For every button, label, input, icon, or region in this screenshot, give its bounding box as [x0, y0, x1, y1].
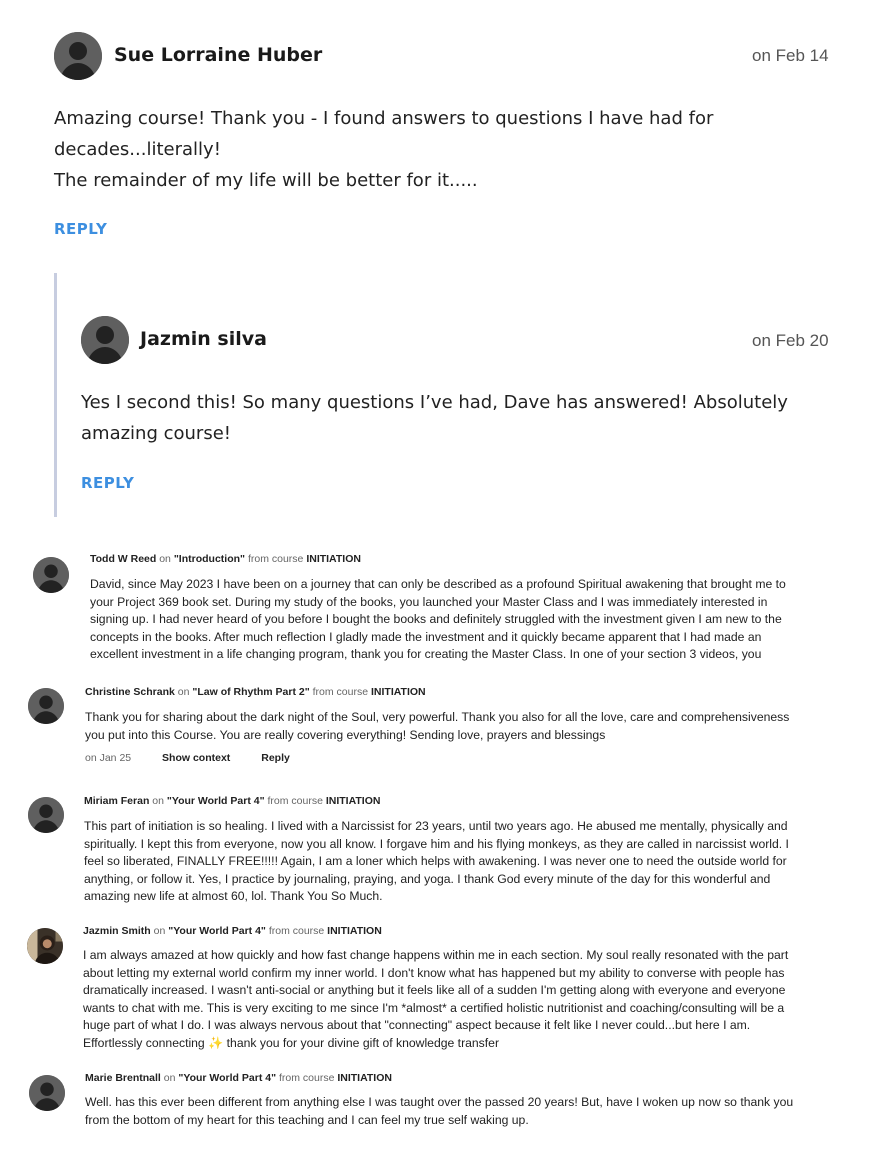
comment-line: feel so liberated, FINALLY FREE!!!!! Aga…	[84, 854, 787, 869]
comment-line: amazing new life at almost 60, lol. Than…	[84, 889, 383, 904]
meta-from: from course	[268, 925, 325, 937]
meta-from: from course	[312, 686, 369, 698]
comment-date: on Feb 20	[752, 331, 829, 350]
comment-line: spiritually. I kept this from everyone, …	[84, 836, 789, 851]
author-name[interactable]: Jazmin silva	[140, 328, 267, 350]
comment-date: on Jan 25	[85, 752, 132, 764]
user-silhouette-icon	[33, 557, 69, 593]
comment-line: Effortlessly connecting ✨ thank you for …	[83, 1035, 499, 1050]
comment-line: huge part of what I do. I was always ner…	[83, 1018, 751, 1033]
lesson-link[interactable]: "Your World Part 4"	[178, 1072, 276, 1084]
user-silhouette-icon	[28, 688, 64, 724]
avatar[interactable]	[27, 928, 63, 964]
comment-meta: Marie Brentnall on "Your World Part 4" f…	[85, 1072, 392, 1084]
thread-indent-bar	[54, 273, 57, 517]
meta-on: on	[159, 553, 171, 565]
avatar[interactable]	[54, 32, 102, 80]
meta-on: on	[153, 925, 166, 937]
comment-body: David, since May 2023 I have been on a j…	[90, 576, 860, 664]
comment-date: on Feb 14	[752, 46, 829, 65]
course-link[interactable]: INITIATION	[326, 795, 381, 807]
comment-meta: Todd W Reed on "Introduction" from cours…	[90, 553, 361, 565]
comment-line: The remainder of my life will be better …	[54, 170, 478, 191]
user-silhouette-icon	[81, 316, 129, 364]
comment-body: I am always amazed at how quickly and ho…	[83, 947, 868, 1053]
comment-meta: Christine Schrank on "Law of Rhythm Part…	[85, 686, 426, 698]
author-name[interactable]: Sue Lorraine Huber	[114, 44, 322, 66]
comment-body: Thank you for sharing about the dark nig…	[85, 709, 865, 744]
lesson-link[interactable]: "Your World Part 4"	[168, 925, 266, 937]
meta-on: on	[152, 795, 164, 807]
course-link[interactable]: INITIATION	[327, 925, 382, 937]
comment-line: your Project 369 book set. During my stu…	[90, 594, 768, 609]
comment-line: wants to chat with me. This is very exci…	[83, 1000, 785, 1015]
comment-line: dramatically increased. I wasn't anti-so…	[83, 983, 786, 998]
comment-line: concepts in the books. After much reflec…	[90, 629, 762, 644]
comment-actions: on Jan 25 Show context Reply	[85, 752, 290, 764]
author-name[interactable]: Jazmin Smith	[83, 925, 151, 937]
user-silhouette-icon	[29, 1075, 65, 1111]
comment-body: This part of initiation is so healing. I…	[84, 818, 864, 906]
comment-line: anything, or follow it. Yes, I practice …	[84, 871, 771, 886]
comment-line: David, since May 2023 I have been on a j…	[90, 577, 786, 591]
comment-line: Yes I second this! So many questions I’v…	[81, 392, 788, 413]
avatar[interactable]	[29, 1075, 65, 1111]
comment-line: decades...literally!	[54, 139, 221, 160]
lesson-link[interactable]: "Your World Part 4"	[167, 795, 265, 807]
user-silhouette-icon	[28, 797, 64, 833]
comment-line: from the bottom of my heart for this tea…	[85, 1112, 529, 1127]
meta-on: on	[177, 686, 190, 698]
comment-line: Thank you for sharing about the dark nig…	[85, 710, 790, 724]
avatar[interactable]	[28, 797, 64, 833]
avatar[interactable]	[33, 557, 69, 593]
course-link[interactable]: INITIATION	[337, 1072, 392, 1084]
comment-body: Well. has this ever been different from …	[85, 1094, 865, 1129]
lesson-link[interactable]: "Introduction"	[174, 553, 245, 565]
comment-line: you put into this Course. You are really…	[85, 727, 606, 742]
course-link[interactable]: INITIATION	[371, 686, 426, 698]
lesson-link[interactable]: "Law of Rhythm Part 2"	[192, 686, 309, 698]
course-link[interactable]: INITIATION	[306, 553, 361, 565]
show-context-link[interactable]: Show context	[162, 752, 230, 764]
comment-line: Amazing course! Thank you - I found answ…	[54, 108, 714, 129]
comment-line: amazing course!	[81, 423, 231, 444]
reply-button[interactable]: REPLY	[81, 474, 134, 492]
comment-meta: Miriam Feran on "Your World Part 4" from…	[84, 795, 380, 807]
reply-link[interactable]: Reply	[261, 752, 290, 764]
comment-meta: Jazmin Smith on "Your World Part 4" from…	[83, 925, 382, 937]
comment-line: This part of initiation is so healing. I…	[84, 819, 788, 833]
meta-from: from course	[267, 795, 323, 807]
meta-on: on	[163, 1072, 176, 1084]
comment-line: excellent investment in a life changing …	[90, 647, 762, 662]
avatar[interactable]	[28, 688, 64, 724]
author-name[interactable]: Todd W Reed	[90, 553, 156, 565]
user-silhouette-icon	[54, 32, 102, 80]
comment-line: signing up. I had never heard of you bef…	[90, 612, 782, 627]
avatar[interactable]	[81, 316, 129, 364]
comment-body: Amazing course! Thank you - I found answ…	[54, 103, 834, 196]
comment-body: Yes I second this! So many questions I’v…	[81, 387, 841, 449]
comment-line: I am always amazed at how quickly and ho…	[83, 948, 789, 962]
meta-from: from course	[278, 1072, 335, 1084]
reply-button[interactable]: REPLY	[54, 220, 107, 238]
author-name[interactable]: Christine Schrank	[85, 686, 175, 698]
author-name[interactable]: Marie Brentnall	[85, 1072, 161, 1084]
comment-line: about letting my external world confirm …	[83, 965, 785, 980]
comment-line: Well. has this ever been different from …	[85, 1095, 794, 1109]
user-photo-avatar	[27, 928, 63, 964]
meta-from: from course	[247, 553, 304, 565]
author-name[interactable]: Miriam Feran	[84, 795, 149, 807]
